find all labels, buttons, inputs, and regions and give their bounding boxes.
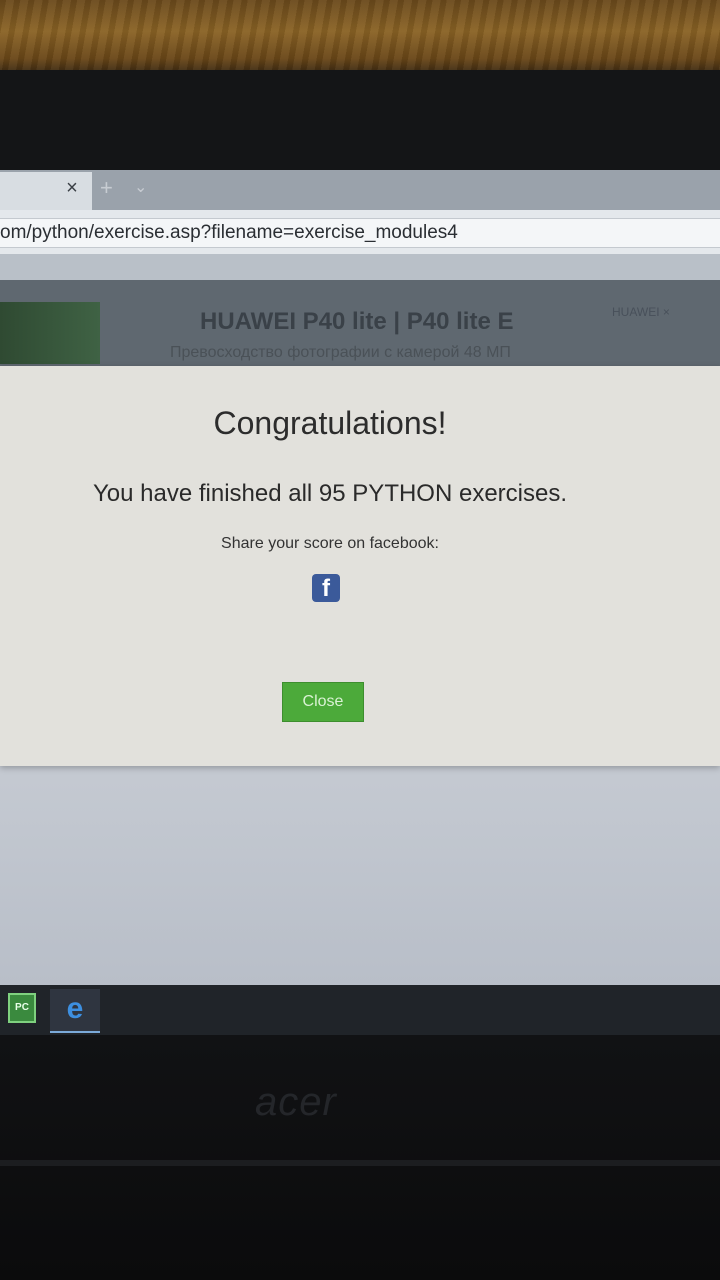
keyboard-edge [0, 1160, 720, 1166]
close-icon[interactable]: × [62, 176, 82, 200]
congratulations-modal: Congratulations! You have finished all 9… [0, 366, 720, 766]
address-bar: om/python/exercise.asp?filename=exercise… [0, 210, 720, 254]
ad-image [0, 302, 100, 364]
browser-tab[interactable]: × [0, 172, 92, 210]
page-background [0, 760, 720, 990]
laptop-bottom-bezel [0, 1035, 720, 1280]
new-tab-icon[interactable]: + [100, 176, 118, 200]
ad-close-icon[interactable]: × [663, 305, 670, 319]
pycharm-icon[interactable]: PC [8, 993, 36, 1023]
close-button[interactable]: Close [282, 682, 364, 722]
ad-subtitle: Превосходство фотографии с камерой 48 МП [170, 344, 511, 361]
modal-message: You have finished all 95 PYTHON exercise… [92, 480, 568, 507]
ad-title: HUAWEI P40 lite | P40 lite E [200, 308, 514, 335]
browser-tab-strip: × + ⌄ [0, 170, 720, 210]
photo-of-laptop-screen: × + ⌄ om/python/exercise.asp?filename=ex… [0, 0, 720, 1280]
chevron-down-icon[interactable]: ⌄ [134, 176, 156, 200]
ad-banner[interactable]: HUAWEI P40 lite | P40 lite E Превосходст… [0, 280, 720, 372]
internet-explorer-icon[interactable]: e [50, 989, 100, 1033]
share-label: Share your score on facebook: [221, 535, 439, 552]
wood-background [0, 0, 720, 78]
laptop-top-bezel [0, 70, 720, 180]
taskbar: PC e [0, 985, 720, 1035]
screen: × + ⌄ om/python/exercise.asp?filename=ex… [0, 170, 720, 1035]
modal-title: Congratulations! [213, 405, 447, 441]
facebook-icon[interactable]: f [312, 574, 340, 602]
ad-brand: HUAWEI × [612, 305, 670, 319]
acer-logo: acer [255, 1080, 337, 1124]
url-field[interactable]: om/python/exercise.asp?filename=exercise… [0, 218, 720, 248]
